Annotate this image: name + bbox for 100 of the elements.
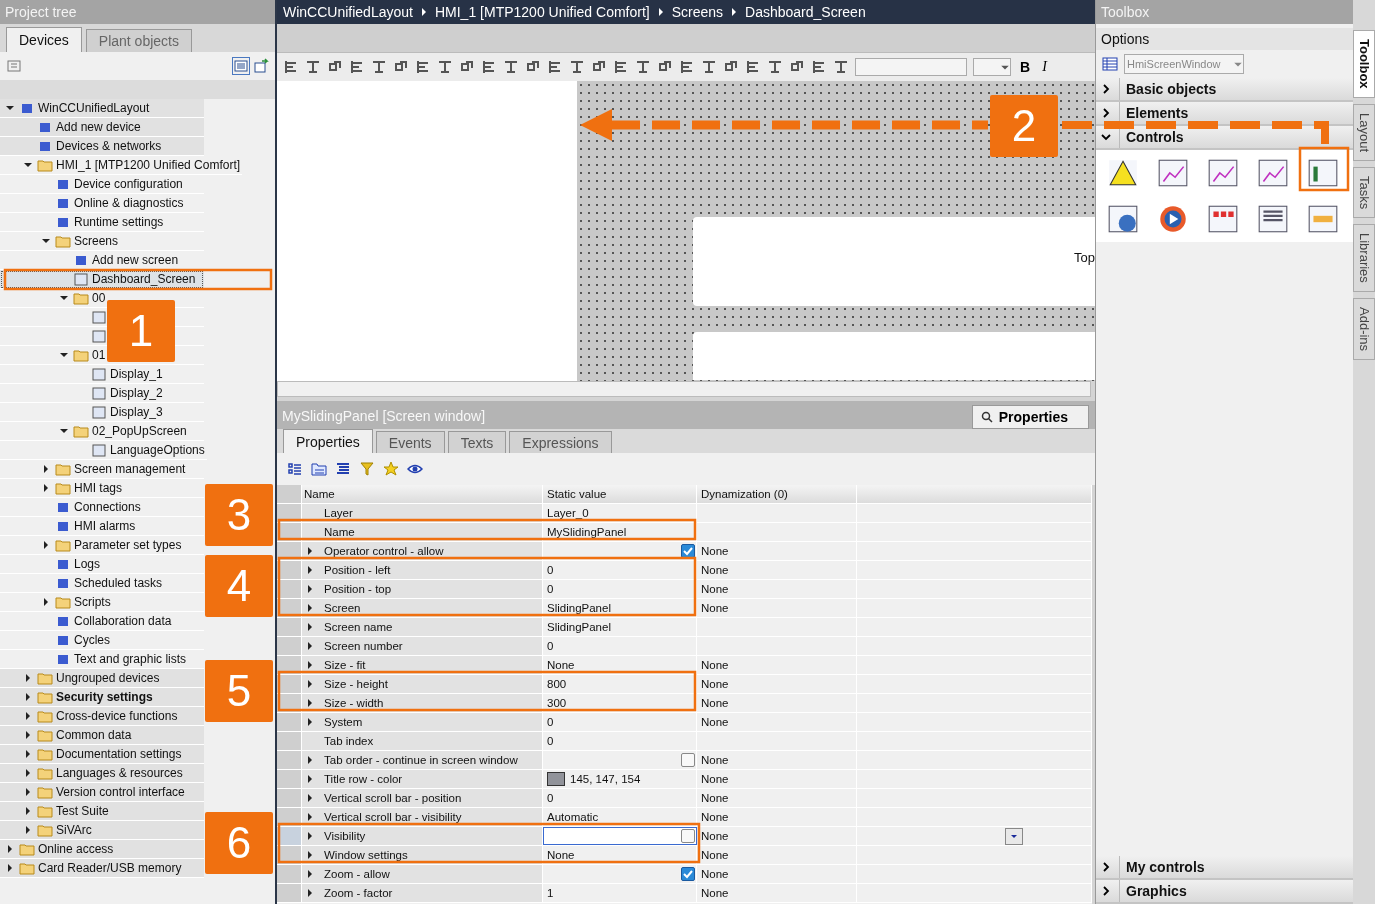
properties-tab[interactable]: Properties xyxy=(283,429,373,453)
color-swatch[interactable] xyxy=(547,772,565,786)
breadcrumb-item[interactable]: WinCCUnifiedLayout xyxy=(283,4,413,20)
expand-arrow-icon[interactable] xyxy=(306,566,314,574)
row-handle[interactable] xyxy=(277,637,302,655)
collapsed-arrow-icon[interactable] xyxy=(24,826,32,834)
checkbox[interactable] xyxy=(681,544,695,558)
bold-button[interactable]: B xyxy=(1017,59,1034,75)
tool-icon[interactable] xyxy=(371,59,387,75)
tree-item[interactable]: Add new device xyxy=(0,118,204,137)
tree-item[interactable]: Scripts xyxy=(0,593,204,612)
expand-arrow-icon[interactable] xyxy=(306,813,314,821)
row-handle[interactable] xyxy=(277,580,302,598)
row-handle[interactable] xyxy=(277,561,302,579)
collapsed-arrow-icon[interactable] xyxy=(42,465,50,473)
tree-item[interactable]: Ungrouped devices xyxy=(0,669,204,688)
side-tab[interactable]: Libraries xyxy=(1353,223,1375,292)
inspector-tab[interactable]: Properties xyxy=(971,405,1089,429)
properties-tab[interactable]: Expressions xyxy=(509,431,612,453)
tree-item[interactable]: Scheduled tasks xyxy=(0,574,204,593)
tree-item[interactable]: Collaboration data xyxy=(0,612,204,631)
expanded-arrow-icon[interactable] xyxy=(24,161,32,169)
panel-tab[interactable]: Plant objects xyxy=(85,29,192,52)
row-handle[interactable] xyxy=(277,789,302,807)
tree-item[interactable]: Online access xyxy=(0,840,204,859)
expanded-arrow-icon[interactable] xyxy=(42,237,50,245)
row-handle[interactable] xyxy=(277,675,302,693)
collapsed-arrow-icon[interactable] xyxy=(24,769,32,777)
expand-arrow-icon[interactable] xyxy=(306,604,314,612)
collapsed-arrow-icon[interactable] xyxy=(24,693,32,701)
tree-item[interactable]: Parameter set types xyxy=(0,536,204,555)
list-icon[interactable] xyxy=(287,461,303,477)
toolbox-section[interactable]: My controls xyxy=(1096,856,1353,880)
tree-item[interactable]: Screen management xyxy=(0,460,204,479)
collapsed-arrow-icon[interactable] xyxy=(24,788,32,796)
column-header[interactable]: Static value xyxy=(543,485,697,503)
tool-icon[interactable] xyxy=(635,59,651,75)
tool-icon[interactable] xyxy=(283,59,299,75)
collapsed-arrow-icon[interactable] xyxy=(24,712,32,720)
expand-arrow-icon[interactable] xyxy=(306,547,314,555)
row-handle[interactable] xyxy=(277,485,302,503)
tool-icon[interactable] xyxy=(833,59,849,75)
expanded-arrow-icon[interactable] xyxy=(60,427,68,435)
expanded-arrow-icon[interactable] xyxy=(6,104,14,112)
expanded-arrow-icon[interactable] xyxy=(60,351,68,359)
tree-item[interactable]: Version control interface xyxy=(0,783,204,802)
tool-icon[interactable] xyxy=(481,59,497,75)
tool-icon[interactable] xyxy=(613,59,629,75)
tool-icon[interactable] xyxy=(811,59,827,75)
properties-tab[interactable]: Events xyxy=(375,431,445,453)
row-handle[interactable] xyxy=(277,884,302,902)
tree-item[interactable]: Display_1 xyxy=(0,365,204,384)
row-handle[interactable] xyxy=(277,713,302,731)
tree-item[interactable]: HMI tags xyxy=(0,479,204,498)
expand-arrow-icon[interactable] xyxy=(306,585,314,593)
panel-shape[interactable]: Top xyxy=(693,217,1095,306)
filter-icon[interactable] xyxy=(359,461,375,477)
tree-item[interactable]: Runtime settings xyxy=(0,213,204,232)
expand-arrow-icon[interactable] xyxy=(306,661,314,669)
tool-icon[interactable] xyxy=(569,59,585,75)
tree-item[interactable]: Test Suite xyxy=(0,802,204,821)
toolbox-section[interactable]: Basic objects xyxy=(1096,78,1353,102)
expand-arrow-icon[interactable] xyxy=(306,680,314,688)
expanded-arrow-icon[interactable] xyxy=(60,294,68,302)
checkbox[interactable] xyxy=(681,867,695,881)
folder-list-icon[interactable] xyxy=(311,461,327,477)
panel-tab[interactable]: Devices xyxy=(6,27,82,52)
tool-icon[interactable] xyxy=(349,59,365,75)
tree-item[interactable]: SiVArc xyxy=(0,821,204,840)
collapsed-arrow-icon[interactable] xyxy=(42,484,50,492)
tree-item[interactable]: Logs xyxy=(0,555,204,574)
properties-tab[interactable]: Texts xyxy=(447,431,507,453)
tool-icon[interactable] xyxy=(503,59,519,75)
tree-item[interactable]: Common data xyxy=(0,726,204,745)
expand-arrow-icon[interactable] xyxy=(306,718,314,726)
tool-icon[interactable] xyxy=(547,59,563,75)
row-handle[interactable] xyxy=(277,732,302,750)
tree-item[interactable]: Security settings xyxy=(0,688,204,707)
collapsed-arrow-icon[interactable] xyxy=(24,750,32,758)
collapsed-arrow-icon[interactable] xyxy=(42,541,50,549)
breadcrumb-item[interactable]: Screens xyxy=(671,4,724,20)
tree-item[interactable]: Device configuration xyxy=(0,175,204,194)
star-icon[interactable] xyxy=(383,461,399,477)
expand-arrow-icon[interactable] xyxy=(306,851,314,859)
tree-item[interactable]: HMI_1 [MTP1200 Unified Comfort] xyxy=(0,156,243,175)
collapsed-arrow-icon[interactable] xyxy=(6,845,14,853)
tree-item[interactable]: Screens xyxy=(0,232,204,251)
export-icon[interactable] xyxy=(253,58,269,74)
tree-item[interactable]: Devices & networks xyxy=(0,137,204,156)
expand-arrow-icon[interactable] xyxy=(306,699,314,707)
collapsed-arrow-icon[interactable] xyxy=(6,864,14,872)
tree-item[interactable]: Cycles xyxy=(0,631,204,650)
side-tab[interactable]: Add-ins xyxy=(1353,297,1375,360)
tree-item[interactable]: Languages & resources xyxy=(0,764,204,783)
tree-item[interactable]: Card Reader/USB memory xyxy=(0,859,204,878)
tree-item[interactable]: HMI alarms xyxy=(0,517,204,536)
breadcrumb-item[interactable]: Dashboard_Screen xyxy=(745,4,866,20)
expand-arrow-icon[interactable] xyxy=(306,870,314,878)
collapsed-arrow-icon[interactable] xyxy=(24,807,32,815)
tree-item[interactable]: LanguageOptions xyxy=(0,441,207,460)
